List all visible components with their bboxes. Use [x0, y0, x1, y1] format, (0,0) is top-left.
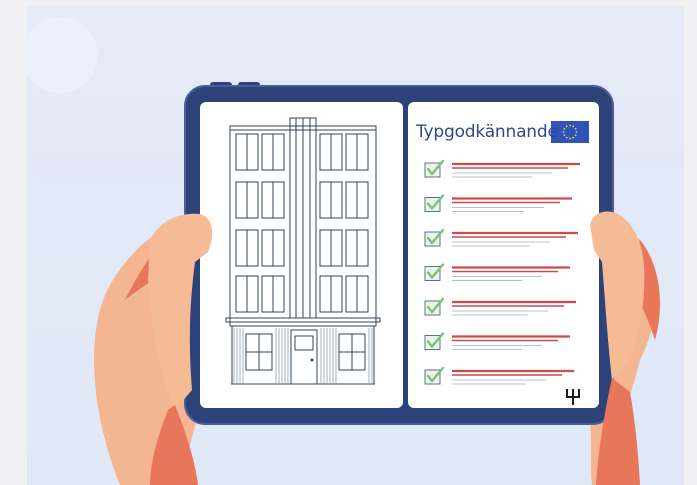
window	[345, 275, 369, 313]
window	[345, 133, 369, 171]
eu-star	[574, 127, 577, 130]
window	[261, 181, 285, 219]
window	[319, 133, 343, 171]
eu-star	[572, 125, 575, 128]
tablet-illustration	[0, 0, 697, 485]
type-approval-heading: Typgodkännande	[416, 122, 558, 142]
eu-star	[574, 134, 577, 137]
eu-star	[569, 137, 571, 140]
window	[319, 181, 343, 219]
background-circle	[22, 17, 98, 93]
eu-star	[565, 125, 568, 128]
eu-star	[562, 131, 565, 133]
window	[235, 181, 259, 219]
eu-star	[569, 124, 571, 127]
right-page	[408, 102, 599, 408]
window	[319, 229, 343, 267]
window	[235, 275, 259, 313]
window	[345, 229, 369, 267]
window	[235, 133, 259, 171]
window	[261, 133, 285, 171]
eu-star	[565, 136, 568, 139]
eu-star	[575, 131, 578, 133]
window	[235, 229, 259, 267]
window	[319, 275, 343, 313]
window	[261, 229, 285, 267]
eu-star	[563, 127, 566, 130]
illustration-frame: Typgodkännande	[0, 0, 697, 485]
window	[345, 181, 369, 219]
eu-star	[572, 136, 575, 139]
eu-star	[563, 134, 566, 137]
window	[261, 275, 285, 313]
